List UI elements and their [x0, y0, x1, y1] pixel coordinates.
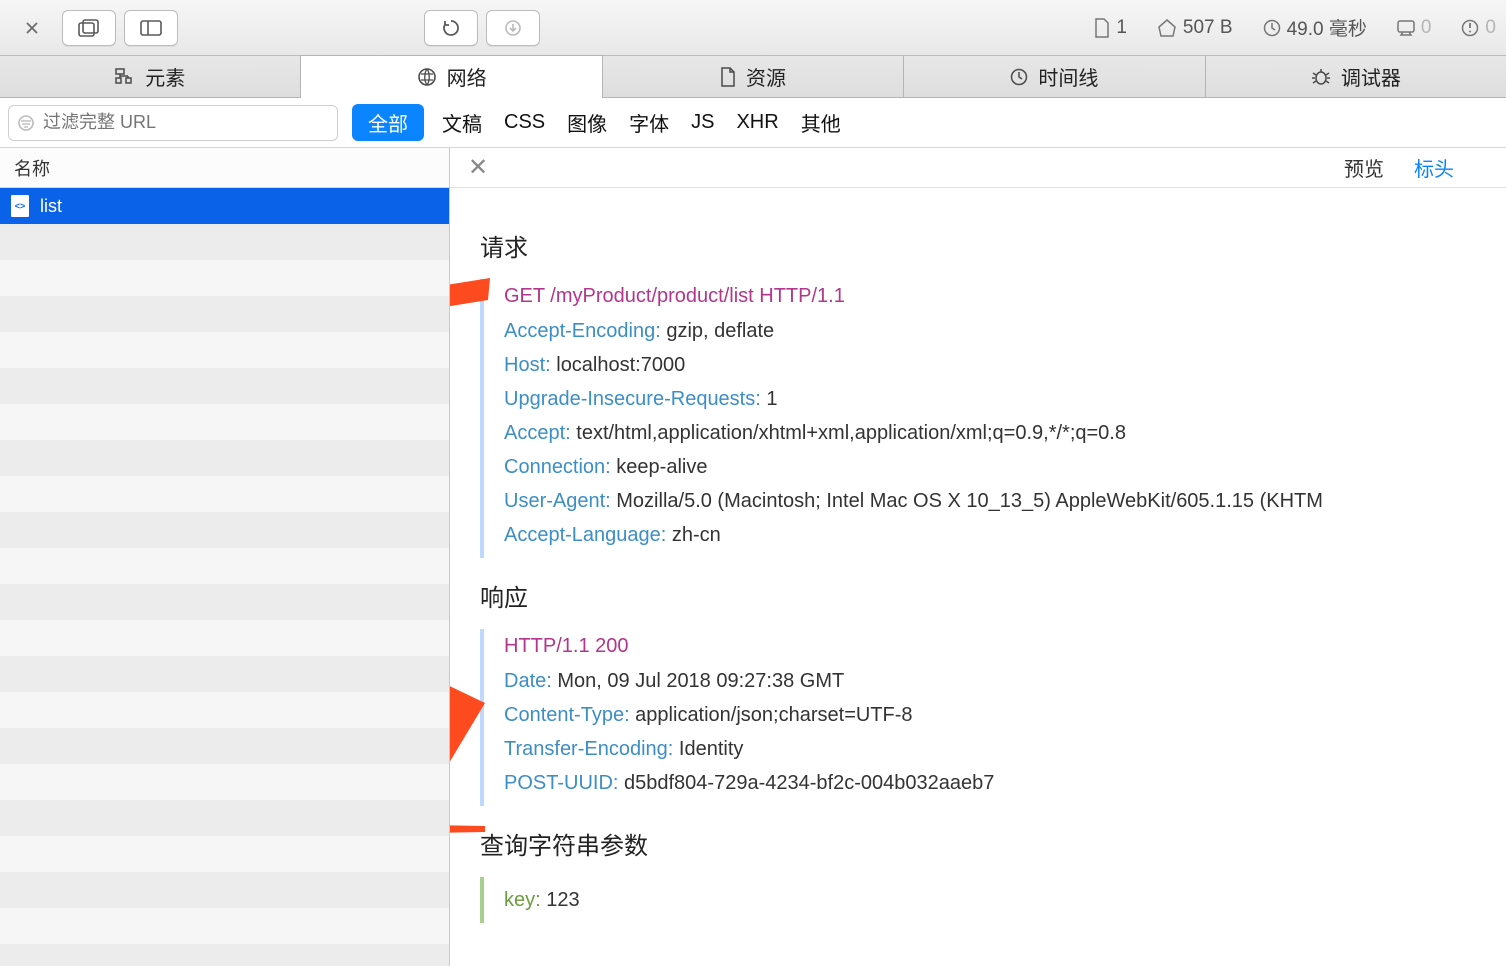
header-value: localhost:7000 [551, 354, 686, 376]
response-section-title: 响应 [480, 578, 1476, 613]
filter-font[interactable]: 字体 [625, 108, 673, 137]
close-detail-button[interactable]: ✕ [468, 153, 488, 182]
header-line: Accept-Encoding: gzip, deflate [504, 314, 1476, 348]
header-line: Transfer-Encoding: Identity [504, 732, 1476, 766]
header-line: Content-Type: application/json;charset=U… [504, 698, 1476, 732]
header-value: 1 [761, 388, 778, 410]
stat-err-value: 0 [1485, 17, 1496, 39]
filter-doc[interactable]: 文稿 [438, 108, 486, 137]
header-key: key: [504, 889, 541, 911]
header-key: Host: [504, 354, 551, 376]
sidebar-toggle-button[interactable] [124, 10, 178, 46]
windows-button[interactable] [62, 10, 116, 46]
header-key: Upgrade-Insecure-Requests: [504, 388, 761, 410]
header-line: Host: localhost:7000 [504, 348, 1476, 382]
stat-time: 49.0 毫秒 [1263, 14, 1367, 41]
header-value: Mozilla/5.0 (Macintosh; Intel Mac OS X 1… [611, 490, 1323, 512]
header-key: Accept: [504, 422, 571, 444]
header-value: 123 [541, 889, 580, 911]
detail-body[interactable]: 请求 GET /myProduct/product/list HTTP/1.1 … [450, 188, 1506, 966]
header-key: Connection: [504, 456, 611, 478]
header-line: POST-UUID: d5bdf804-729a-4234-bf2c-004b0… [504, 766, 1476, 800]
main-tabs: 元素 网络 资源 时间线 调试器 [0, 56, 1506, 98]
tab-label: 时间线 [1038, 62, 1098, 91]
filter-css[interactable]: CSS [500, 111, 549, 134]
header-value: Mon, 09 Jul 2018 09:27:38 GMT [552, 670, 844, 692]
tab-timeline[interactable]: 时间线 [904, 56, 1205, 97]
filter-js[interactable]: JS [687, 111, 718, 134]
request-section-title: 请求 [480, 228, 1476, 263]
reload-button[interactable] [424, 10, 478, 46]
tab-label: 元素 [145, 62, 185, 91]
header-line: Accept: text/html,application/xhtml+xml,… [504, 416, 1476, 450]
header-line: Accept-Language: zh-cn [504, 518, 1476, 552]
header-value: d5bdf804-729a-4234-bf2c-004b032aaeb7 [618, 772, 994, 794]
detail-panel: ✕ 预览 标头 请求 GET /myProduct/product/list H… [450, 148, 1506, 966]
url-filter-input[interactable] [8, 105, 338, 141]
header-key: Content-Type: [504, 704, 630, 726]
stat-size: 507 B [1157, 17, 1233, 39]
header-key: Accept-Encoding: [504, 320, 661, 342]
content-area: 名称 list ✕ 预览 标头 请求 GET /myProduct/produc… [0, 148, 1506, 966]
file-icon [10, 194, 30, 218]
header-value: gzip, deflate [661, 320, 774, 342]
header-line: User-Agent: Mozilla/5.0 (Macintosh; Inte… [504, 484, 1476, 518]
header-value: Identity [673, 738, 743, 760]
header-value: keep-alive [611, 456, 708, 478]
filter-other[interactable]: 其他 [797, 108, 845, 137]
tab-elements[interactable]: 元素 [0, 56, 301, 97]
response-status-line: HTTP/1.1 200 [504, 635, 1476, 658]
tab-debugger[interactable]: 调试器 [1206, 56, 1506, 97]
stat-documents: 1 [1094, 17, 1127, 39]
tab-network[interactable]: 网络 [301, 55, 602, 97]
header-line: key: 123 [504, 883, 1476, 917]
stat-doc-count: 1 [1116, 17, 1127, 39]
request-block: GET /myProduct/product/list HTTP/1.1 Acc… [480, 279, 1476, 558]
query-block: key: 123 [480, 877, 1476, 923]
detail-tabs: ✕ 预览 标头 [450, 148, 1506, 188]
tab-label: 网络 [447, 62, 487, 91]
stat-time-value: 49.0 毫秒 [1287, 14, 1367, 41]
filter-icon [17, 114, 35, 132]
stat-size-value: 507 B [1183, 17, 1233, 39]
header-line: Upgrade-Insecure-Requests: 1 [504, 382, 1476, 416]
tab-label: 调试器 [1341, 62, 1401, 91]
stat-logs-value: 0 [1421, 17, 1432, 39]
header-key: POST-UUID: [504, 772, 618, 794]
filter-xhr[interactable]: XHR [732, 111, 782, 134]
download-button[interactable] [486, 10, 540, 46]
close-button[interactable] [10, 11, 54, 45]
request-sidebar: 名称 list [0, 148, 450, 966]
sidebar-header: 名称 [0, 148, 449, 188]
request-status-line: GET /myProduct/product/list HTTP/1.1 [504, 285, 1476, 308]
tab-resources[interactable]: 资源 [603, 56, 904, 97]
filter-all[interactable]: 全部 [352, 104, 424, 141]
request-row-selected[interactable]: list [0, 188, 449, 224]
request-list[interactable]: list [0, 188, 449, 966]
filter-bar: 全部 文稿 CSS 图像 字体 JS XHR 其他 [0, 98, 1506, 148]
header-line: Connection: keep-alive [504, 450, 1476, 484]
response-block: HTTP/1.1 200 Date: Mon, 09 Jul 2018 09:2… [480, 629, 1476, 806]
header-key: Transfer-Encoding: [504, 738, 673, 760]
stat-logs: 0 [1397, 17, 1432, 39]
request-name: list [40, 196, 62, 217]
header-value: zh-cn [666, 524, 720, 546]
top-toolbar: 1 507 B 49.0 毫秒 0 0 [0, 0, 1506, 56]
header-value: application/json;charset=UTF-8 [630, 704, 913, 726]
header-key: Accept-Language: [504, 524, 666, 546]
stat-errors: 0 [1461, 17, 1496, 39]
query-section-title: 查询字符串参数 [480, 826, 1476, 861]
header-value: text/html,application/xhtml+xml,applicat… [571, 422, 1126, 444]
tab-label: 资源 [746, 62, 786, 91]
url-filter-field[interactable] [43, 112, 329, 133]
header-line: Date: Mon, 09 Jul 2018 09:27:38 GMT [504, 664, 1476, 698]
detail-tab-preview[interactable]: 预览 [1344, 153, 1384, 182]
header-key: User-Agent: [504, 490, 611, 512]
detail-tab-headers[interactable]: 标头 [1414, 153, 1454, 182]
header-key: Date: [504, 670, 552, 692]
filter-img[interactable]: 图像 [563, 108, 611, 137]
